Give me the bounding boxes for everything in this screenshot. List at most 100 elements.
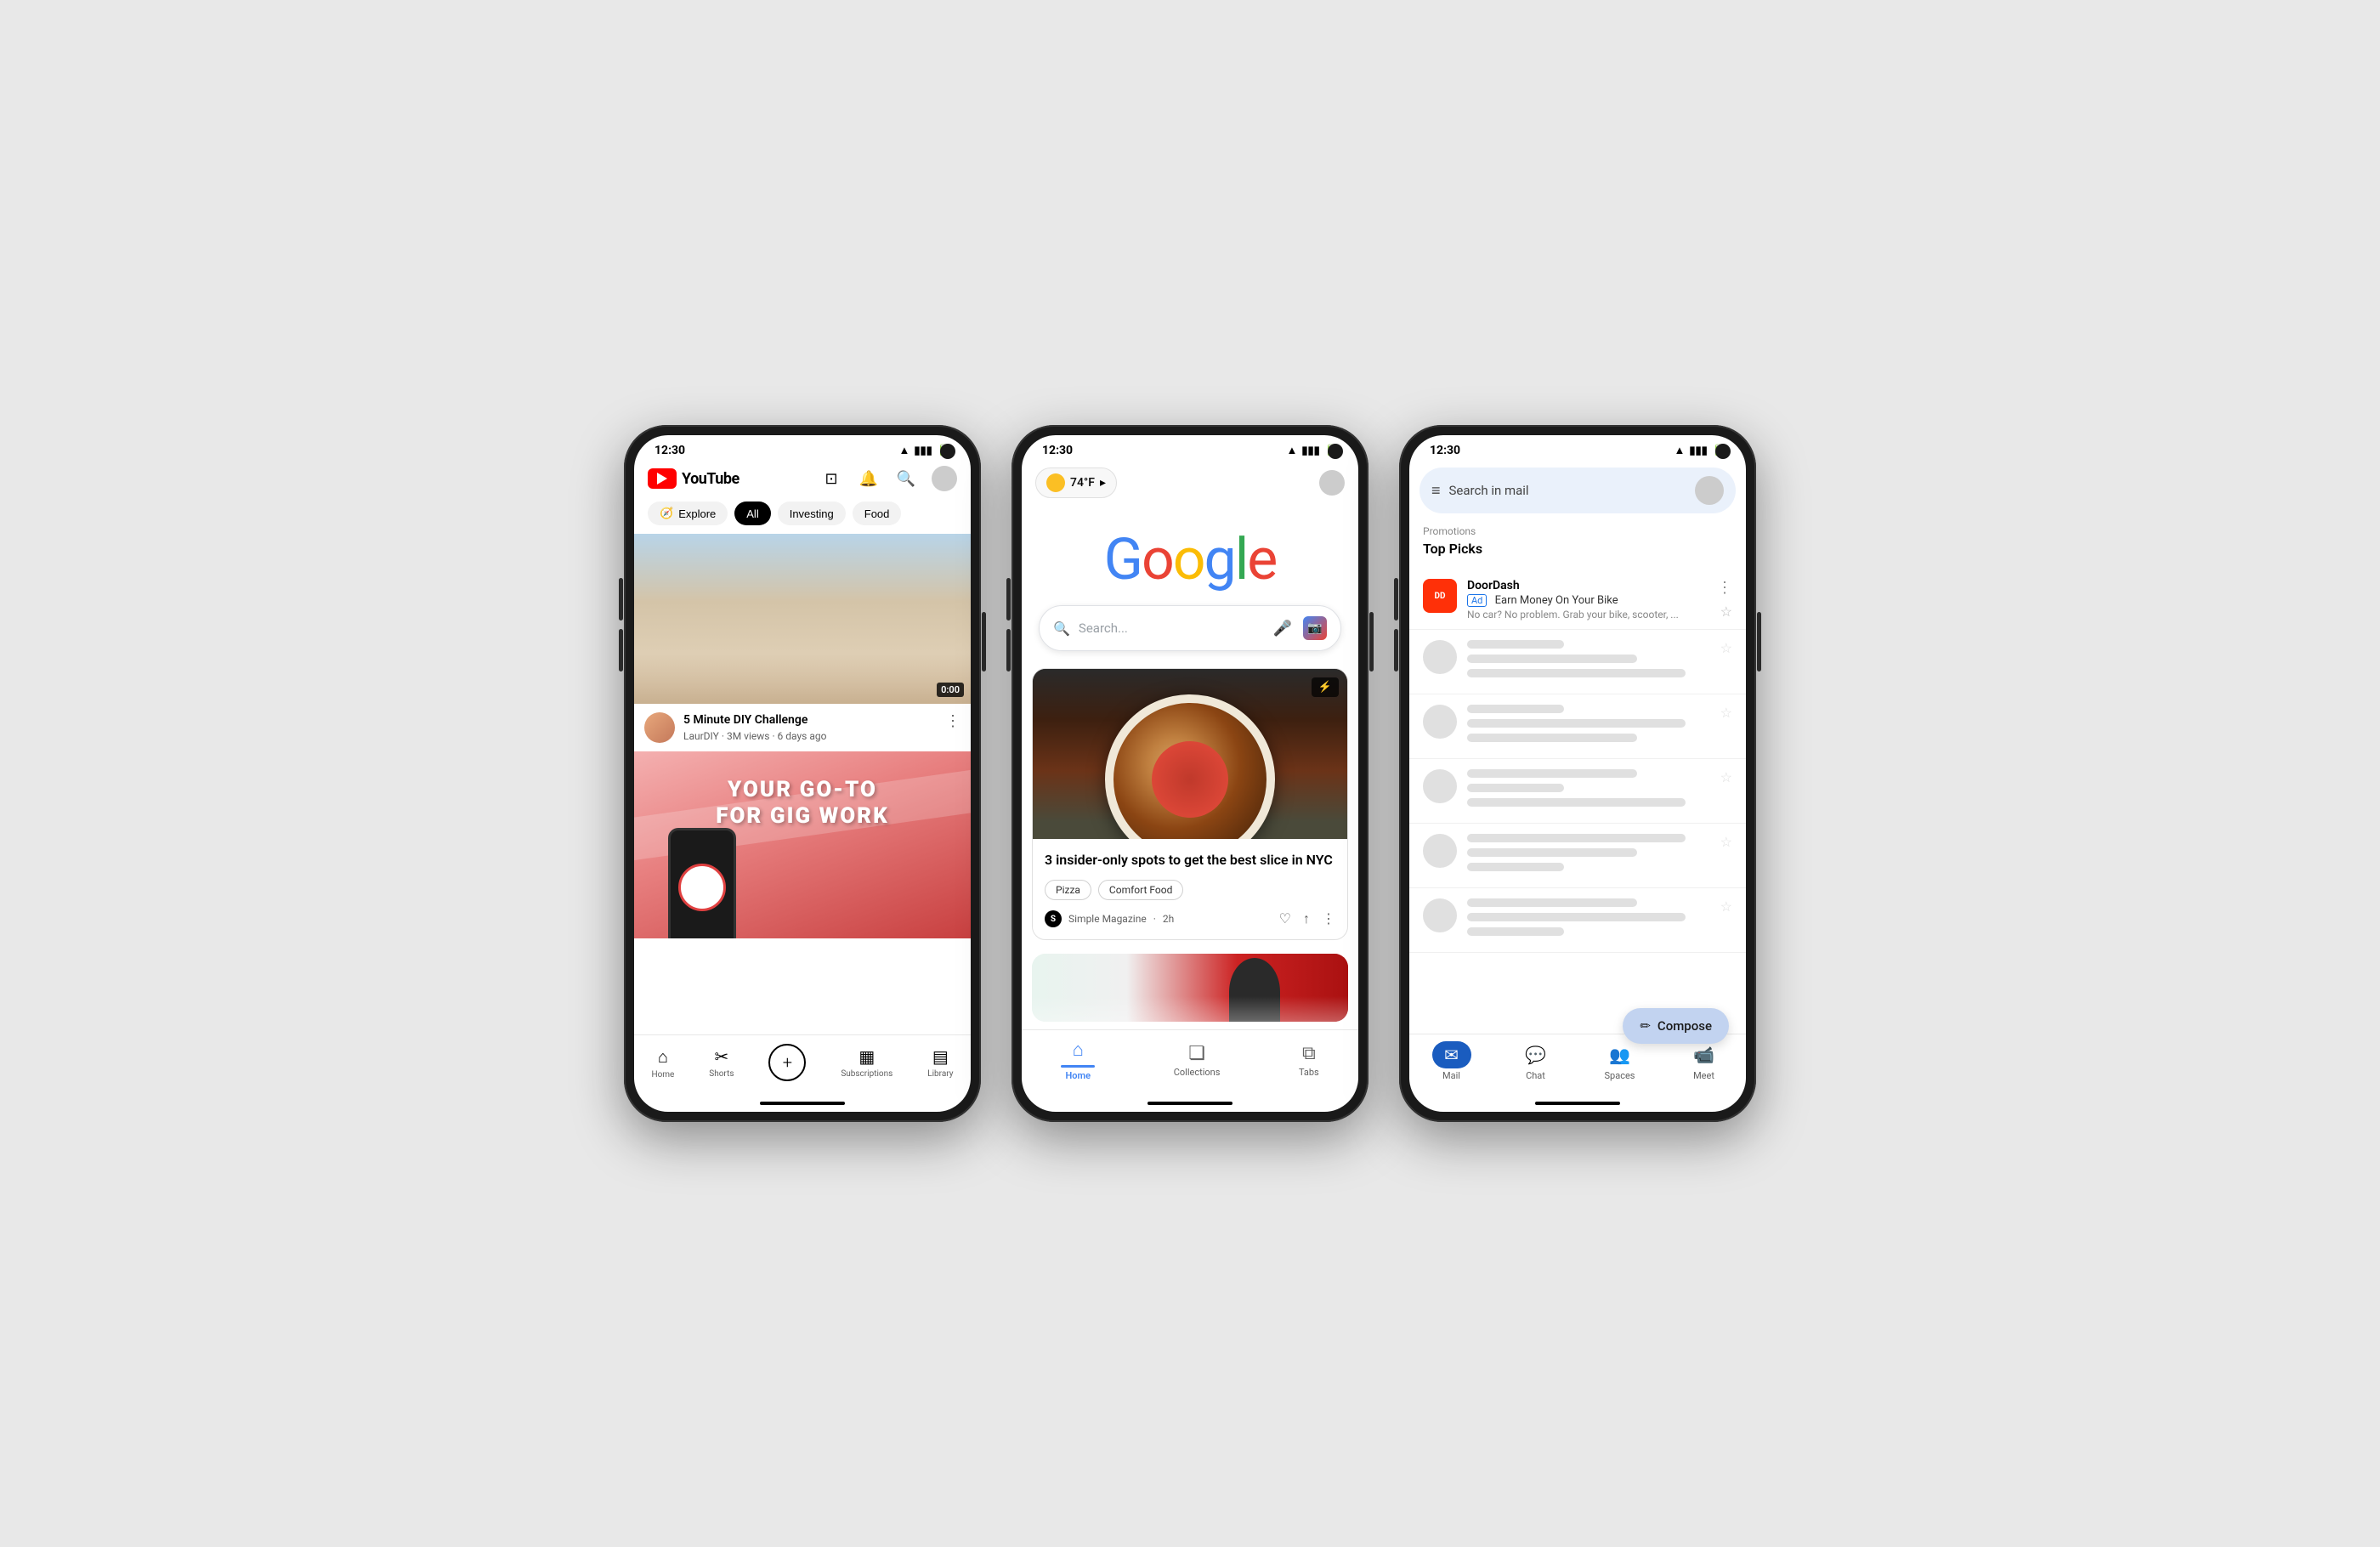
status-time: 12:30 bbox=[1430, 444, 1460, 457]
vol-up-btn[interactable] bbox=[1006, 578, 1011, 620]
add-button[interactable]: + bbox=[768, 1044, 806, 1081]
article-time: 2h bbox=[1163, 913, 1174, 925]
chip-investing[interactable]: Investing bbox=[778, 502, 846, 525]
ad-title-line2: FOR GIG WORK bbox=[716, 803, 889, 830]
home-indicator bbox=[760, 1102, 845, 1105]
vol-down-btn[interactable] bbox=[1006, 629, 1011, 672]
status-bar: 12:30 ▲ ▮▮▮ 🔋 bbox=[634, 435, 971, 461]
spaces-tab[interactable]: 👥 bbox=[1601, 1041, 1640, 1068]
article-title: 3 insider-only spots to get the best sli… bbox=[1045, 851, 1335, 870]
signal-icon: ▮▮▮ bbox=[1301, 445, 1319, 457]
source-name: Simple Magazine bbox=[1068, 913, 1147, 925]
video-more-button[interactable]: ⋮ bbox=[945, 712, 960, 730]
channel-avatar[interactable] bbox=[644, 712, 675, 743]
article-partial-card[interactable] bbox=[1032, 954, 1348, 1022]
logo-o2: o bbox=[1173, 525, 1204, 593]
nav-library[interactable]: ▤ Library bbox=[927, 1046, 953, 1079]
article-source: S Simple Magazine · 2h bbox=[1045, 910, 1174, 927]
logo-o1: o bbox=[1142, 525, 1173, 593]
status-time: 12:30 bbox=[1042, 444, 1073, 457]
gmail-nav-chat[interactable]: 💬 Chat bbox=[1516, 1041, 1556, 1081]
google-feed[interactable]: ⚡ 3 insider-only spots to get the best s… bbox=[1022, 668, 1358, 1029]
youtube-screen: 12:30 ▲ ▮▮▮ 🔋 YouTube ⊡ 🔔 🔍 🧭 bbox=[634, 435, 971, 1112]
video-feed[interactable]: 0:00 5 Minute DIY Challenge LaurDIY · 3M… bbox=[634, 534, 971, 1034]
user-avatar[interactable] bbox=[1695, 476, 1724, 505]
ad-badge: Ad bbox=[1467, 594, 1487, 607]
vol-down-btn[interactable] bbox=[619, 629, 623, 672]
doordash-email[interactable]: DD DoorDash Ad Earn Money On Your Bike N… bbox=[1409, 570, 1746, 630]
ad-card[interactable]: YOUR GO-TO FOR GIG WORK bbox=[634, 751, 971, 938]
user-avatar[interactable] bbox=[1319, 470, 1345, 496]
star-button[interactable]: ☆ bbox=[1720, 604, 1732, 620]
mail-tab[interactable]: ✉ bbox=[1432, 1041, 1471, 1068]
search-button[interactable]: 🔍 bbox=[894, 467, 918, 490]
location-arrow: ▸ bbox=[1100, 476, 1106, 490]
g-nav-collections[interactable]: ❏ Collections bbox=[1174, 1043, 1221, 1078]
hamburger-icon[interactable]: ≡ bbox=[1431, 482, 1441, 500]
power-btn[interactable] bbox=[1369, 612, 1374, 672]
ad-title-line1: YOUR GO-TO bbox=[716, 777, 889, 803]
nav-subscriptions[interactable]: ▦ Subscriptions bbox=[841, 1046, 892, 1079]
chip-explore[interactable]: 🧭 Explore bbox=[648, 502, 728, 525]
google-logo-container: Google bbox=[1022, 505, 1358, 605]
chat-tab[interactable]: 💬 bbox=[1516, 1041, 1556, 1068]
nav-shorts[interactable]: ✂ Shorts bbox=[709, 1046, 734, 1079]
g-nav-home[interactable]: ⌂ Home bbox=[1061, 1039, 1095, 1081]
library-icon: ▤ bbox=[932, 1046, 949, 1067]
notifications-button[interactable]: 🔔 bbox=[857, 467, 881, 490]
email-content: DoorDash Ad Earn Money On Your Bike No c… bbox=[1467, 579, 1707, 620]
skeleton-line bbox=[1467, 734, 1637, 742]
home-indicator bbox=[1148, 1102, 1232, 1105]
google-search-bar[interactable]: 🔍 Search... 🎤 📷 bbox=[1039, 605, 1341, 651]
cast-button[interactable]: ⊡ bbox=[819, 467, 843, 490]
subscriptions-icon: ▦ bbox=[858, 1046, 875, 1067]
chip-food[interactable]: Food bbox=[853, 502, 902, 525]
nav-add[interactable]: + bbox=[768, 1044, 806, 1081]
wifi-icon: ▲ bbox=[898, 444, 910, 457]
video-thumbnail[interactable]: 0:00 bbox=[634, 534, 971, 704]
phone-youtube: 12:30 ▲ ▮▮▮ 🔋 YouTube ⊡ 🔔 🔍 🧭 bbox=[624, 425, 981, 1122]
email-list[interactable]: ☆ ☆ ☆ bbox=[1409, 630, 1746, 1034]
star-placeholder: ☆ bbox=[1720, 705, 1732, 721]
power-btn[interactable] bbox=[982, 612, 986, 672]
skeleton-lines bbox=[1467, 705, 1710, 748]
meet-tab[interactable]: 📹 bbox=[1685, 1041, 1724, 1068]
tag-pizza[interactable]: Pizza bbox=[1045, 880, 1091, 900]
doordash-logo-text: DD bbox=[1435, 592, 1446, 601]
home-icon: ⌂ bbox=[1073, 1039, 1084, 1061]
skeleton-email-4: ☆ bbox=[1409, 824, 1746, 888]
youtube-logo: YouTube bbox=[648, 468, 740, 489]
skeleton-line bbox=[1467, 669, 1686, 677]
sun-icon bbox=[1046, 473, 1065, 492]
youtube-logo-icon bbox=[648, 468, 677, 489]
gmail-nav-meet[interactable]: 📹 Meet bbox=[1685, 1041, 1724, 1081]
vol-down-btn[interactable] bbox=[1394, 629, 1398, 672]
skeleton-lines bbox=[1467, 769, 1710, 813]
gmail-nav-mail[interactable]: ✉ Mail bbox=[1432, 1041, 1471, 1081]
like-button[interactable]: ♡ bbox=[1279, 910, 1291, 927]
spaces-label: Spaces bbox=[1605, 1070, 1635, 1081]
more-options-button[interactable]: ⋮ bbox=[1717, 579, 1732, 597]
more-button[interactable]: ⋮ bbox=[1322, 910, 1335, 927]
user-avatar[interactable] bbox=[932, 466, 957, 491]
chip-all[interactable]: All bbox=[734, 502, 770, 525]
g-nav-tabs[interactable]: ⧉ Tabs bbox=[1299, 1043, 1319, 1078]
vol-up-btn[interactable] bbox=[619, 578, 623, 620]
power-btn[interactable] bbox=[1757, 612, 1761, 672]
gmail-search-bar[interactable]: ≡ Search in mail bbox=[1420, 468, 1736, 513]
skeleton-line bbox=[1467, 798, 1686, 807]
weather-chip[interactable]: 74°F ▸ bbox=[1035, 468, 1117, 498]
mail-label: Mail bbox=[1442, 1070, 1460, 1081]
skeleton-line bbox=[1467, 705, 1564, 713]
compose-button[interactable]: ✏ Compose bbox=[1623, 1008, 1729, 1044]
gmail-nav-spaces[interactable]: 👥 Spaces bbox=[1601, 1041, 1640, 1081]
vol-up-btn[interactable] bbox=[1394, 578, 1398, 620]
tag-comfort-food[interactable]: Comfort Food bbox=[1098, 880, 1183, 900]
category-chips: 🧭 Explore All Investing Food bbox=[634, 498, 971, 534]
lens-icon[interactable]: 📷 bbox=[1303, 616, 1327, 640]
share-button[interactable]: ↑ bbox=[1303, 910, 1310, 927]
nav-home[interactable]: ⌂ Home bbox=[651, 1046, 674, 1080]
camera-cutout bbox=[1715, 444, 1731, 459]
article-thumbnail[interactable]: ⚡ bbox=[1033, 669, 1347, 839]
mic-icon[interactable]: 🎤 bbox=[1271, 616, 1295, 640]
